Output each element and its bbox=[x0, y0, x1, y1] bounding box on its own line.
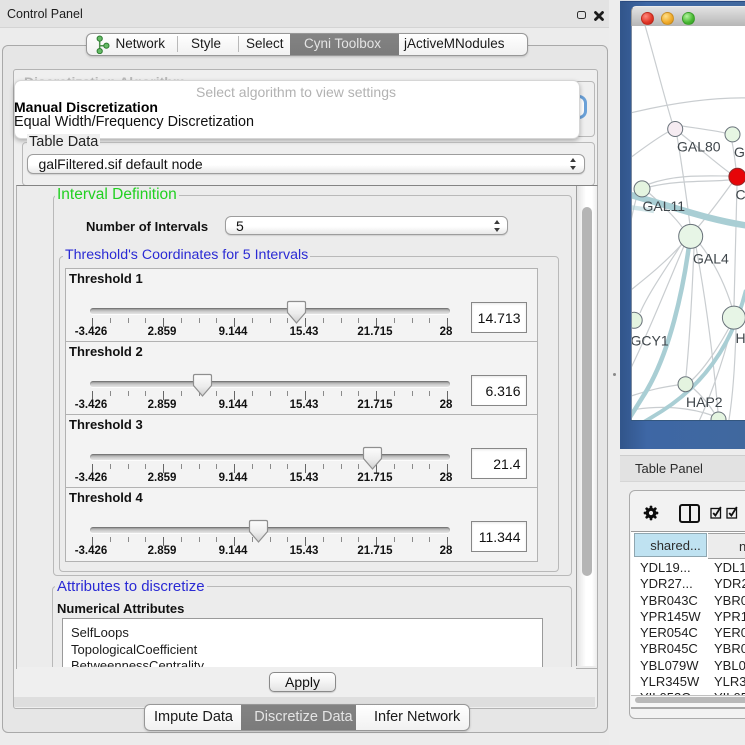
svg-text:HAP2: HAP2 bbox=[686, 394, 723, 410]
svg-text:GAL11: GAL11 bbox=[643, 198, 686, 214]
svg-text:GCY1: GCY1 bbox=[632, 332, 669, 348]
svg-text:C: C bbox=[736, 187, 745, 203]
svg-text:H: H bbox=[736, 330, 745, 346]
svg-text:G: G bbox=[734, 144, 745, 160]
svg-text:GAL4: GAL4 bbox=[693, 250, 729, 266]
svg-text:GAL80: GAL80 bbox=[677, 139, 721, 155]
